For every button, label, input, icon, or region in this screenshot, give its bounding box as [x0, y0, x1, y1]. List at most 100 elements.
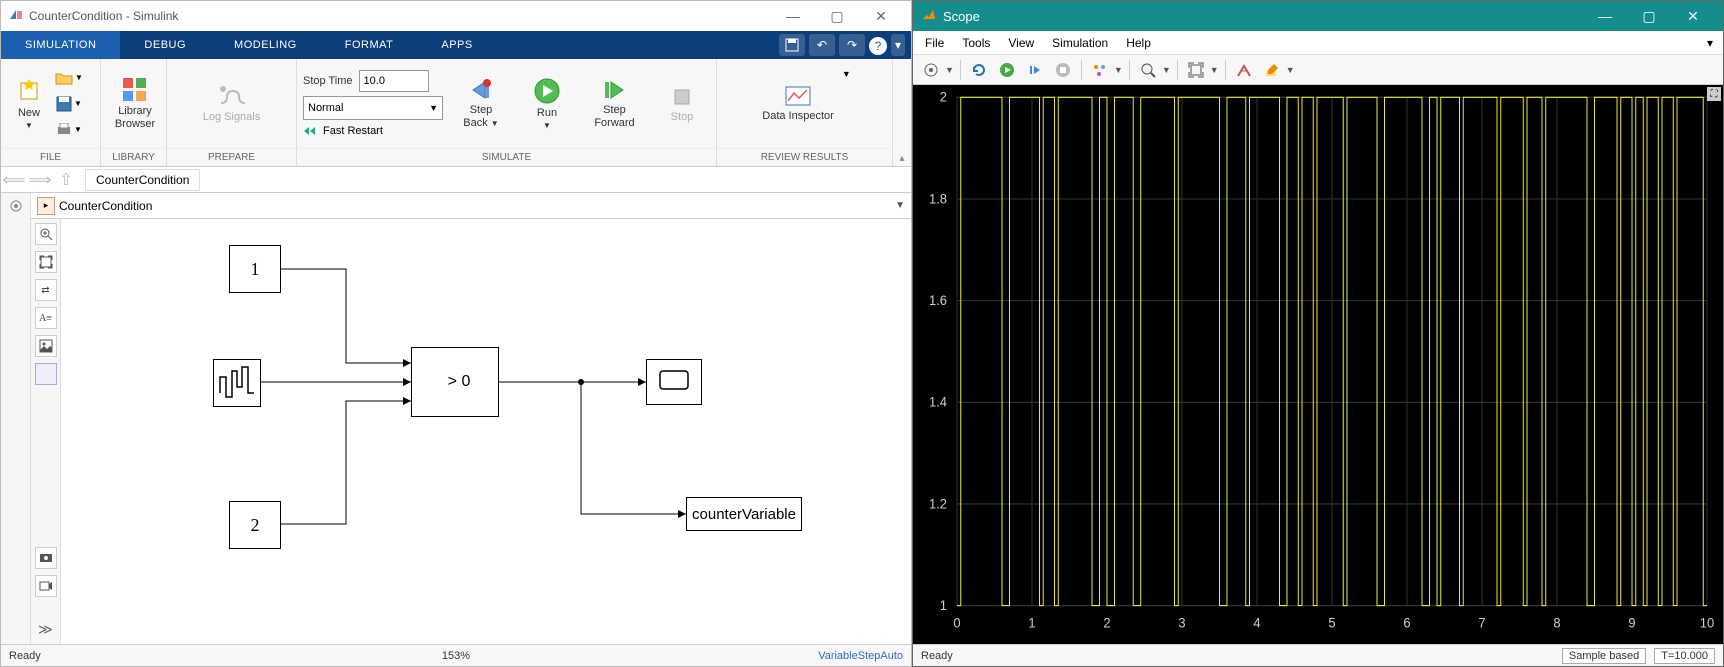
run-button[interactable]: Run ▼	[519, 64, 575, 144]
autoscale-icon[interactable]	[1184, 58, 1208, 82]
more-tools-icon[interactable]: ≫	[38, 621, 53, 638]
dropdown-icon[interactable]: ▼	[1286, 65, 1295, 75]
help-icon[interactable]: ?	[869, 37, 887, 55]
simulation-mode-select[interactable]: Normal ▼	[303, 96, 443, 120]
run-label: Run	[537, 107, 557, 119]
save-button[interactable]: ▼	[55, 92, 83, 116]
nav-back-icon[interactable]: ⟸	[1, 168, 27, 192]
stop-icon[interactable]	[1051, 58, 1075, 82]
maximize-button[interactable]: ▢	[815, 2, 859, 30]
menu-simulation[interactable]: Simulation	[1044, 34, 1116, 52]
tab-modeling[interactable]: MODELING	[210, 31, 321, 59]
svg-text:5: 5	[1328, 615, 1335, 631]
maximize-axes-icon[interactable]: ⛶	[1707, 87, 1721, 101]
print-button[interactable]: ▼	[55, 118, 83, 142]
svg-text:1.6: 1.6	[929, 292, 947, 308]
svg-text:2: 2	[940, 89, 947, 105]
log-signals-button[interactable]: Log Signals	[199, 64, 265, 144]
random-waveform-icon	[217, 363, 257, 403]
menu-help[interactable]: Help	[1118, 34, 1159, 52]
minimize-button[interactable]: —	[771, 2, 815, 30]
canvas-palette: ⇄ A≡ ≫	[31, 219, 61, 644]
fast-restart-button[interactable]: Fast Restart	[303, 124, 443, 138]
path-dropdown-icon[interactable]: ▼	[895, 200, 905, 211]
random-source-block[interactable]	[213, 359, 261, 407]
minimize-button[interactable]: —	[1583, 2, 1627, 30]
solver-label[interactable]: VariableStepAuto	[818, 650, 903, 662]
dropdown-icon[interactable]: ▼	[1114, 65, 1123, 75]
zoom-tool-icon[interactable]	[35, 223, 57, 245]
annotation-tool-icon[interactable]: A≡	[35, 307, 57, 329]
collapse-ribbon-icon[interactable]: ▴	[893, 59, 911, 166]
restart-icon[interactable]	[967, 58, 991, 82]
scope-block[interactable]	[646, 359, 702, 405]
close-button[interactable]: ✕	[1671, 2, 1715, 30]
dropdown-icon: ▼	[429, 103, 438, 113]
svg-text:0: 0	[953, 615, 960, 631]
open-button[interactable]: ▼	[55, 66, 83, 90]
redo-icon[interactable]: ↷	[839, 34, 865, 56]
constant-1-block[interactable]: 1	[229, 245, 281, 293]
stop-button[interactable]: Stop	[654, 64, 710, 144]
dropdown-icon[interactable]: ▼	[945, 65, 954, 75]
statusbar-left: Ready 153% VariableStepAuto	[1, 644, 911, 666]
sample-time-icon[interactable]: ⇄	[35, 279, 57, 301]
sample-mode: Sample based	[1562, 648, 1646, 664]
tab-debug[interactable]: DEBUG	[120, 31, 210, 59]
save-icon[interactable]	[779, 34, 805, 56]
nav-forward-icon[interactable]: ⟹	[27, 168, 53, 192]
configure-icon[interactable]	[919, 58, 943, 82]
run-icon[interactable]	[995, 58, 1019, 82]
hide-explorer-icon[interactable]	[9, 193, 23, 219]
data-inspector-button[interactable]: Data Inspector	[758, 64, 838, 144]
dropdown-icon[interactable]: ▼	[1162, 65, 1171, 75]
maximize-button[interactable]: ▢	[1627, 2, 1671, 30]
help-dropdown-icon[interactable]: ▾	[891, 34, 905, 56]
tab-apps[interactable]: APPS	[417, 31, 496, 59]
fit-tool-icon[interactable]	[35, 251, 57, 273]
step-icon[interactable]	[1023, 58, 1047, 82]
area-tool-icon[interactable]	[35, 363, 57, 385]
nav-up-icon[interactable]: ⇧	[53, 168, 79, 192]
block-canvas[interactable]: 1 2 > 0 counterVariable	[61, 219, 911, 644]
step-forward-button[interactable]: Step Forward	[585, 64, 644, 144]
step-back-icon	[467, 78, 495, 102]
switch-block[interactable]: > 0	[411, 347, 499, 417]
record-icon[interactable]	[35, 575, 57, 597]
scope-menubar: File Tools View Simulation Help ▾	[913, 31, 1723, 55]
undo-icon[interactable]: ↶	[809, 34, 835, 56]
close-button[interactable]: ✕	[859, 2, 903, 30]
tab-simulation[interactable]: SIMULATION	[1, 31, 120, 59]
triggers-icon[interactable]	[1088, 58, 1112, 82]
scope-plot-area[interactable]: 01234567891011.21.41.61.82 ⛶	[913, 85, 1723, 644]
library-browser-button[interactable]: Library Browser	[107, 64, 163, 144]
constant-2-block[interactable]: 2	[229, 501, 281, 549]
menu-tools[interactable]: Tools	[954, 34, 998, 52]
viewmark-icon[interactable]	[35, 547, 57, 569]
scope-toolbar: ▼ ▼ ▼ ▼ ▼	[913, 55, 1723, 85]
svg-text:1: 1	[940, 597, 947, 613]
zoom-icon[interactable]	[1136, 58, 1160, 82]
svg-text:6: 6	[1403, 615, 1410, 631]
model-icon: ▸	[37, 197, 55, 215]
new-button[interactable]: New ▼	[7, 64, 51, 144]
group-review-label: REVIEW RESULTS	[717, 148, 892, 166]
dropdown-icon[interactable]: ▼	[1210, 65, 1219, 75]
menu-expand-icon[interactable]: ▾	[1701, 36, 1719, 50]
zoom-level[interactable]: 153%	[442, 650, 470, 662]
dropdown-icon[interactable]: ▼	[842, 69, 851, 79]
group-prepare-label: PREPARE	[167, 148, 296, 166]
menu-file[interactable]: File	[917, 34, 952, 52]
model-path-text[interactable]: CounterCondition	[59, 199, 152, 213]
back-label: Step Back	[463, 104, 492, 128]
measurements-icon[interactable]	[1232, 58, 1256, 82]
breadcrumb-tab[interactable]: CounterCondition	[85, 169, 200, 191]
menu-view[interactable]: View	[1000, 34, 1042, 52]
stoptime-input[interactable]	[359, 70, 429, 92]
step-back-button[interactable]: Step Back ▼	[453, 64, 509, 144]
image-tool-icon[interactable]	[35, 335, 57, 357]
goto-block[interactable]: counterVariable	[686, 497, 802, 531]
tab-format[interactable]: FORMAT	[321, 31, 418, 59]
svg-text:4: 4	[1253, 615, 1261, 631]
highlight-icon[interactable]	[1260, 58, 1284, 82]
